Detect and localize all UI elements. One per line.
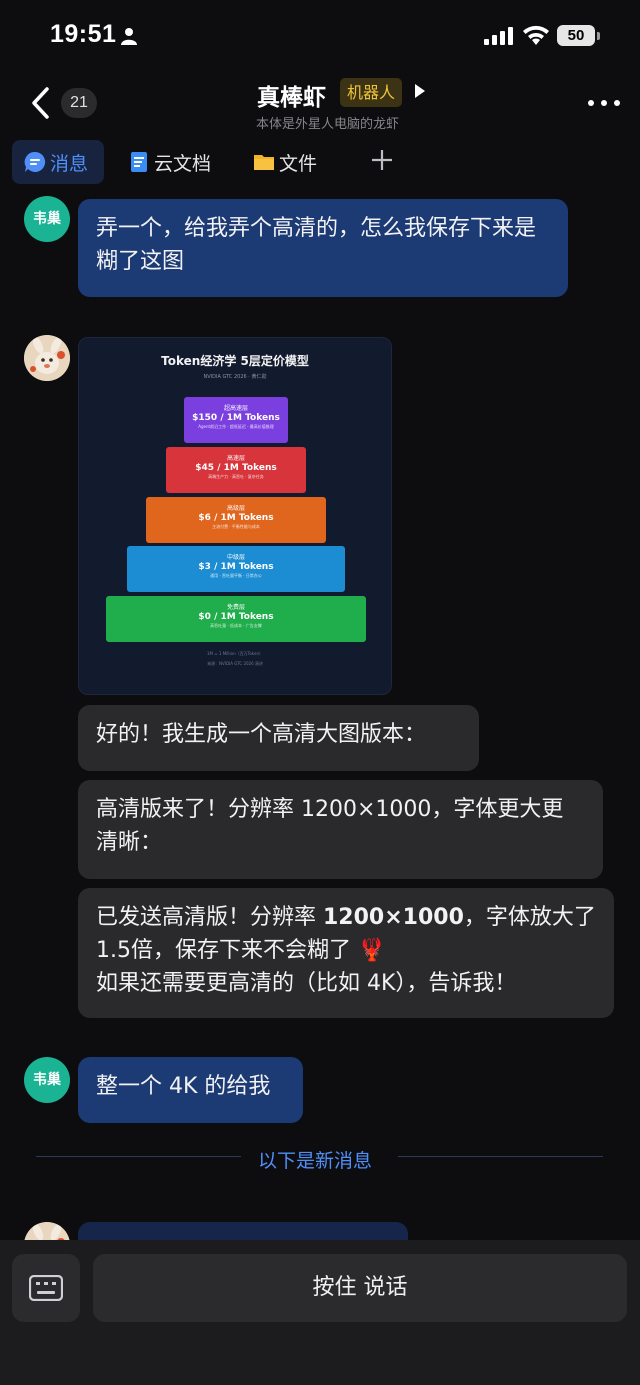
battery-tip [597,32,600,40]
unread-count-badge[interactable]: 21 [61,88,97,118]
tier-price: $3 / 1M Tokens [198,562,274,572]
doc-icon [131,152,147,172]
image-title: Token经济学 5层定价模型 [161,354,309,368]
tier-name: 高速层 [226,455,245,462]
bot-badge: 机器人 [340,78,403,107]
keyboard-icon [29,1275,63,1301]
back-chevron-icon[interactable] [28,86,54,120]
tier-name: 中级层 [226,554,245,561]
tier-price: $0 / 1M Tokens [198,612,274,622]
message-text: 已发送高清版！分辨率 [96,905,323,930]
image-footer-2: 来源：NVIDIA GTC 2026 演讲 [207,661,263,666]
tier-name: 免费层 [226,604,245,611]
image-subtitle: NVIDIA GTC 2026 · 黄仁勋 [203,374,267,380]
input-bar: 按住 说话 [0,1240,640,1385]
chat-tabs: 消息 云文档 文件 [0,140,640,186]
chat-title[interactable]: 真棒虾 [257,78,326,112]
wifi-icon [523,25,549,45]
bot-avatar[interactable] [24,1222,70,1240]
tier-premium: 高级层 $6 / 1M Tokens 主流付费 · 平衡性能与成本 [146,497,326,543]
battery-indicator: 50 [557,25,595,46]
message-text-bold: 1200×1000 [323,905,464,930]
keyboard-toggle-button[interactable] [12,1254,80,1322]
message-bubble-bot[interactable]: 好的！我生成一个高清大图版本： [78,705,479,771]
message-bubble-partial[interactable] [78,1222,408,1240]
tier-price: $45 / 1M Tokens [195,463,277,473]
chat-header: 21 真棒虾 机器人 本体是外星人电脑的龙虾 [0,72,640,134]
tab-files-label: 文件 [279,152,318,175]
cellular-signal-icon [484,27,513,45]
tier-mid: 中级层 $3 / 1M Tokens 通用 · 吞吐量平衡 · 日常办公 [127,546,345,592]
message-icon [24,151,46,172]
tab-files[interactable]: 文件 [253,140,317,184]
triangle-right-icon[interactable] [413,82,427,100]
more-options-icon[interactable] [587,99,621,107]
person-icon [121,28,137,45]
tier-desc: 高吞吐量 · 低成本 · 广告支撑 [210,623,262,628]
tier-price: $150 / 1M Tokens [192,413,280,423]
tier-name: 高级层 [226,505,245,512]
lobster-avatar-icon [24,335,70,381]
chat-subtitle: 本体是外星人电脑的龙虾 [256,117,400,132]
new-messages-divider: 以下是新消息 [0,1146,640,1172]
message-bubble-user[interactable]: 整一个 4K 的给我 [78,1057,303,1123]
image-footer-1: 1M = 1 Million（百万Token） [207,651,263,656]
tier-price: $6 / 1M Tokens [198,513,274,523]
user-avatar[interactable]: 韦巢 [24,196,70,242]
message-bubble-bot[interactable]: 高清版来了！分辨率 1200×1000，字体更大更清晰： [78,780,603,879]
tab-messages-label: 消息 [50,152,89,175]
add-tab-icon[interactable] [370,148,394,172]
bot-avatar[interactable] [24,335,70,381]
lobster-avatar-icon [24,1222,70,1240]
shared-image-pricing-pyramid[interactable]: Token经济学 5层定价模型 NVIDIA GTC 2026 · 黄仁勋 超高… [78,337,392,695]
message-bubble-user[interactable]: 弄一个，给我弄个高清的，怎么我保存下来是糊了这图 [78,199,568,297]
status-bar: 19:51 50 [0,0,640,72]
tier-desc: 通用 · 吞吐量平衡 · 日常办公 [210,573,262,578]
message-bubble-bot[interactable]: 已发送高清版！分辨率 1200×1000，字体放大了 1.5倍，保存下来不会糊了… [78,888,614,1018]
new-messages-label: 以下是新消息 [258,1150,373,1172]
divider-line [36,1156,241,1157]
tab-cloud-docs[interactable]: 云文档 [128,140,211,184]
tier-desc: 主流付费 · 平衡性能与成本 [212,524,260,529]
tab-messages[interactable]: 消息 [12,140,104,184]
tier-free: 免费层 $0 / 1M Tokens 高吞吐量 · 低成本 · 广告支撑 [106,596,366,642]
folder-icon [254,155,274,170]
divider-line [398,1156,603,1157]
chat-messages[interactable]: 韦巢 弄一个，给我弄个高清的，怎么我保存下来是糊了这图 Token经济学 5层定… [0,190,640,1240]
tier-desc: 高端生产力 · 高吞吐 · 复杂任务 [208,474,264,479]
user-avatar[interactable]: 韦巢 [24,1057,70,1103]
tier-name: 超高速层 [223,405,248,412]
status-time: 19:51 [50,20,117,48]
hold-to-talk-button[interactable]: 按住 说话 [93,1254,627,1322]
message-text: 如果还需要更高清的（比如 4K），告诉我！ [96,971,517,996]
tier-high-speed: 高速层 $45 / 1M Tokens 高端生产力 · 高吞吐 · 复杂任务 [166,447,306,493]
tier-ultra: 超高速层 $150 / 1M Tokens Agent前沿工作 · 超低延迟 ·… [184,397,288,443]
tab-docs-label: 云文档 [154,152,212,175]
tier-desc: Agent前沿工作 · 超低延迟 · 最高价值推理 [198,424,274,429]
